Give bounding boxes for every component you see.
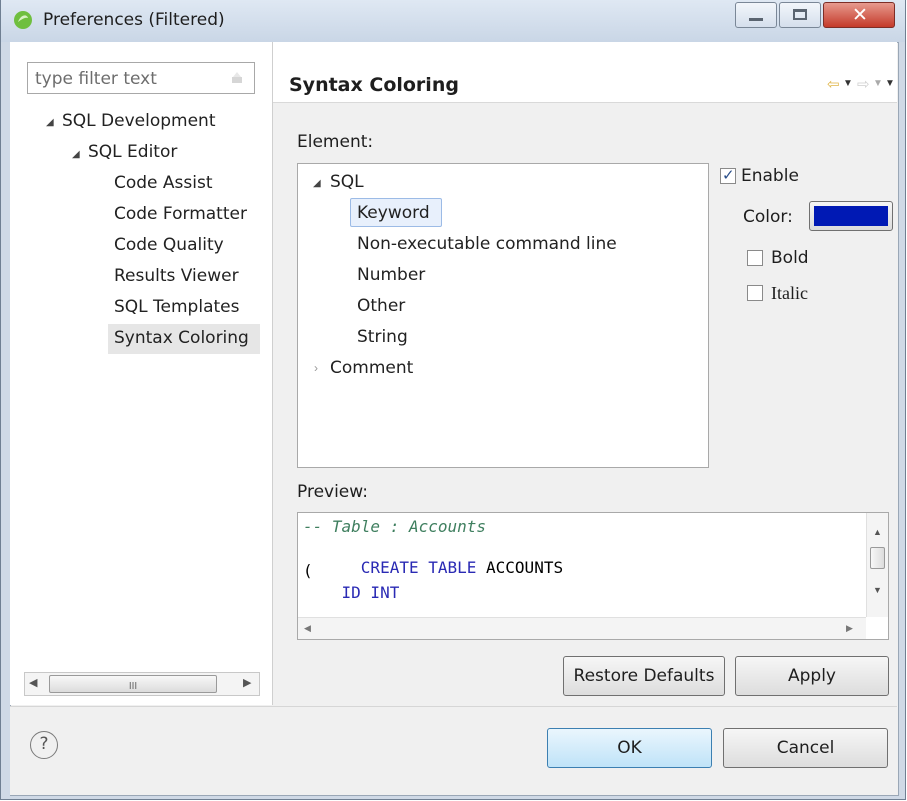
italic-label: Italic xyxy=(771,283,808,303)
back-arrow-icon[interactable]: ⇦ xyxy=(827,75,840,93)
nav-item-sql-templates[interactable]: SQL Templates xyxy=(114,297,239,317)
minimize-icon xyxy=(749,18,763,21)
color-picker-button[interactable] xyxy=(809,201,893,231)
preview-keyword: CREATE TABLE xyxy=(360,558,477,577)
preview-label: Preview: xyxy=(297,482,368,502)
scroll-left-icon[interactable]: ◀ xyxy=(29,676,37,689)
preview-line-paren: ( xyxy=(303,561,313,580)
title-bar[interactable]: Preferences (Filtered) ✕ xyxy=(1,0,905,42)
color-swatch xyxy=(814,206,888,226)
nav-item-code-assist[interactable]: Code Assist xyxy=(114,173,213,193)
nav-item-results-viewer[interactable]: Results Viewer xyxy=(114,266,239,286)
enable-checkbox[interactable]: ✓ xyxy=(720,167,736,184)
back-dropdown-icon[interactable]: ▼ xyxy=(843,78,853,89)
element-item-other[interactable]: Other xyxy=(357,296,405,316)
scroll-thumb[interactable]: III xyxy=(49,675,217,693)
view-menu-icon[interactable]: ▼ xyxy=(885,78,895,89)
forward-arrow-icon[interactable]: ⇨ xyxy=(857,75,870,93)
forward-dropdown-icon[interactable]: ▼ xyxy=(873,78,883,89)
element-group-sql[interactable]: SQL xyxy=(330,172,364,192)
bold-checkbox[interactable] xyxy=(747,250,763,266)
nav-item-sql-development[interactable]: SQL Development xyxy=(62,111,216,131)
settings-pane: Syntax Coloring ⇦ ▼ ⇨ ▼ ▼ Element: ◢ SQL… xyxy=(273,42,897,705)
window-title: Preferences (Filtered) xyxy=(43,10,225,30)
restore-defaults-button[interactable]: Restore Defaults xyxy=(563,656,725,696)
minimize-button[interactable] xyxy=(735,2,777,28)
dialog-button-bar: ? OK Cancel xyxy=(10,706,897,795)
collapse-triangle-icon[interactable]: ◢ xyxy=(72,149,80,160)
nav-item-code-quality[interactable]: Code Quality xyxy=(114,235,224,255)
element-item-keyword[interactable]: Keyword xyxy=(357,203,430,223)
clear-filter-icon[interactable] xyxy=(230,71,244,85)
help-button[interactable]: ? xyxy=(30,731,58,759)
maximize-button[interactable] xyxy=(779,2,821,28)
scroll-thumb[interactable] xyxy=(870,547,885,569)
collapse-triangle-icon[interactable]: ◢ xyxy=(313,178,321,189)
element-item-number[interactable]: Number xyxy=(357,265,425,285)
element-label: Element: xyxy=(297,132,374,152)
scroll-down-icon[interactable]: ▼ xyxy=(873,585,882,595)
close-button[interactable]: ✕ xyxy=(823,2,895,28)
nav-horizontal-scrollbar[interactable]: ◀ III ▶ xyxy=(24,672,260,696)
ok-button[interactable]: OK xyxy=(547,728,712,768)
filter-placeholder: type filter text xyxy=(35,69,157,89)
bold-label: Bold xyxy=(771,248,809,268)
enable-label: Enable xyxy=(741,166,799,186)
element-tree[interactable]: ◢ SQL Keyword Non-executable command lin… xyxy=(297,163,709,468)
preview-line-column: ID INT xyxy=(303,583,400,602)
filter-input[interactable]: type filter text xyxy=(27,62,255,94)
scroll-left-icon[interactable]: ◀ xyxy=(304,623,311,634)
checkmark-icon: ✓ xyxy=(722,167,735,184)
scroll-thumb-grip: III xyxy=(128,681,138,692)
maximize-icon xyxy=(793,9,807,20)
apply-button[interactable]: Apply xyxy=(735,656,889,696)
element-item-string[interactable]: String xyxy=(357,327,408,347)
collapse-triangle-icon[interactable]: ◢ xyxy=(46,117,54,128)
cancel-button[interactable]: Cancel xyxy=(723,728,888,768)
preview-vertical-scrollbar[interactable]: ▲ ▼ xyxy=(866,513,888,617)
navigation-pane: type filter text ◢ SQL Development ◢ SQL… xyxy=(10,42,273,705)
nav-item-syntax-coloring[interactable]: Syntax Coloring xyxy=(114,328,249,348)
italic-checkbox[interactable] xyxy=(747,285,763,301)
help-icon: ? xyxy=(39,734,49,754)
preview-horizontal-scrollbar[interactable]: ◀ ▶ xyxy=(298,617,866,639)
preview-line-comment: -- Table : Accounts xyxy=(303,517,487,536)
page-title: Syntax Coloring xyxy=(289,74,459,96)
scroll-right-icon[interactable]: ▶ xyxy=(846,623,853,634)
scroll-up-icon[interactable]: ▲ xyxy=(873,527,882,537)
nav-item-code-formatter[interactable]: Code Formatter xyxy=(114,204,247,224)
element-item-non-executable[interactable]: Non-executable command line xyxy=(357,234,617,254)
expand-chevron-icon[interactable]: › xyxy=(314,361,318,375)
nav-item-sql-editor[interactable]: SQL Editor xyxy=(88,142,177,162)
color-label: Color: xyxy=(743,207,793,227)
preview-identifier: ACCOUNTS xyxy=(476,558,564,577)
scroll-right-icon[interactable]: ▶ xyxy=(243,676,251,689)
app-icon xyxy=(13,10,33,30)
preview-editor[interactable]: -- Table : Accounts CREATE TABLE ACCOUNT… xyxy=(297,512,889,640)
element-group-comment[interactable]: Comment xyxy=(330,358,413,378)
close-icon: ✕ xyxy=(852,4,868,26)
